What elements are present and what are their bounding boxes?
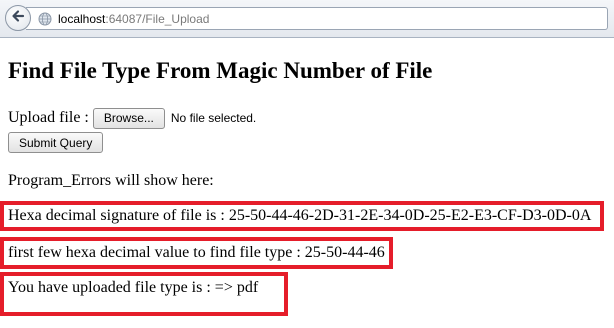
back-arrow-icon [11, 9, 25, 28]
back-button[interactable] [5, 5, 31, 31]
url-path: :64087/File_Upload [105, 11, 210, 26]
file-type-text: You have uploaded file type is : => pdf [8, 279, 259, 296]
address-bar[interactable]: localhost:64087/File_Upload [26, 7, 608, 30]
upload-label: Upload file : [8, 109, 89, 126]
url-host: localhost [58, 11, 106, 26]
page-title: Find File Type From Magic Number of File [8, 58, 433, 83]
file-status: No file selected. [170, 111, 257, 125]
browser-toolbar: localhost:64087/File_Upload [0, 0, 614, 38]
browse-button[interactable]: Browse... [92, 107, 165, 129]
signature-result: Hexa decimal signature of file is : 25-5… [0, 201, 604, 231]
first-hex-text: first few hexa decimal value to find fil… [8, 244, 385, 261]
globe-icon [38, 12, 52, 26]
first-hex-result: first few hexa decimal value to find fil… [0, 237, 393, 269]
upload-row: Upload file : Browse... No file selected… [8, 107, 256, 129]
submit-button[interactable]: Submit Query [8, 132, 104, 153]
errors-label: Program_Errors will show here: [8, 172, 214, 189]
file-type-result: You have uploaded file type is : => pdf [0, 272, 288, 316]
signature-text: Hexa decimal signature of file is : 25-5… [8, 207, 592, 224]
